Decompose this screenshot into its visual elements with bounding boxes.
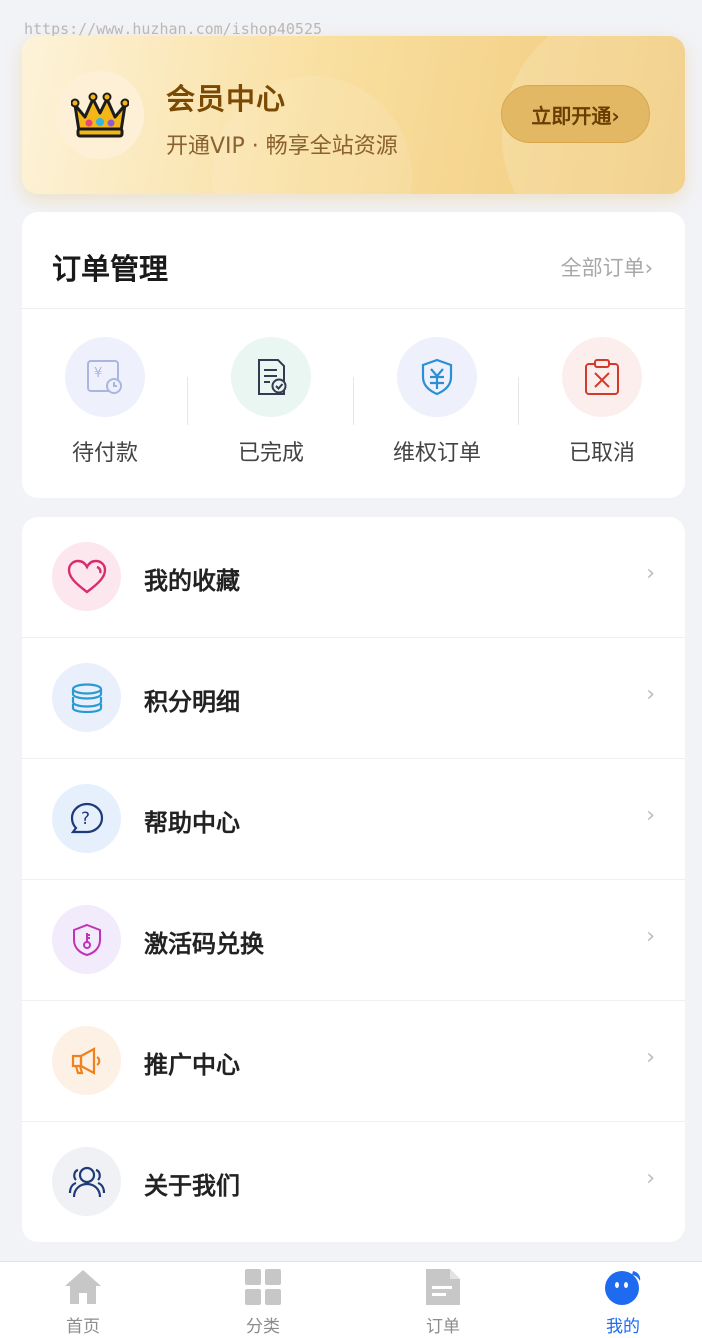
menu-item-about[interactable]: 关于我们 › <box>22 1122 685 1243</box>
grid-icon <box>175 1266 351 1308</box>
chevron-right-icon: › <box>646 1045 655 1070</box>
svg-text:?: ? <box>81 809 90 829</box>
vip-subtitle: 开通VIP · 畅享全站资源 <box>166 134 398 159</box>
crown-avatar <box>56 71 144 159</box>
tab-home[interactable]: 首页 <box>0 1266 171 1337</box>
completed-icon <box>231 337 311 417</box>
document-icon <box>355 1266 531 1308</box>
bottom-tab-bar: 首页 分类 订单 我的 <box>0 1261 702 1338</box>
home-icon <box>0 1266 171 1308</box>
menu-item-points[interactable]: 积分明细 › <box>22 638 685 759</box>
order-status-cancelled[interactable]: 已取消 <box>519 337 685 467</box>
profile-face-icon <box>535 1266 702 1308</box>
menu-list: 我的收藏 › 积分明细 › ? 帮助中心 › 激活码兑换 › 推广中心 › 关于… <box>22 517 685 1242</box>
key-shield-icon <box>52 905 121 974</box>
chevron-right-icon: › <box>646 561 655 586</box>
order-management-card: 订单管理 全部订单› ¥ 待付款 已完成 维权订单 已取消 <box>22 212 685 498</box>
tab-label: 订单 <box>426 1317 460 1337</box>
chevron-right-icon: › <box>646 924 655 949</box>
rights-order-icon <box>397 337 477 417</box>
menu-item-promotion[interactable]: 推广中心 › <box>22 1001 685 1122</box>
tab-label: 我的 <box>606 1317 640 1337</box>
vip-banner[interactable]: 会员中心 开通VIP · 畅享全站资源 立即开通› <box>22 36 685 194</box>
menu-item-help[interactable]: ? 帮助中心 › <box>22 759 685 880</box>
tab-label: 分类 <box>246 1317 280 1337</box>
vip-open-button[interactable]: 立即开通› <box>501 85 650 143</box>
help-icon: ? <box>52 784 121 853</box>
order-status-completed[interactable]: 已完成 <box>188 337 354 467</box>
menu-item-label: 我的收藏 <box>144 567 240 595</box>
menu-item-activation[interactable]: 激活码兑换 › <box>22 880 685 1001</box>
menu-item-label: 关于我们 <box>144 1172 240 1200</box>
megaphone-icon <box>52 1026 121 1095</box>
svg-text:¥: ¥ <box>94 366 102 381</box>
menu-item-label: 激活码兑换 <box>144 930 264 958</box>
coins-icon <box>52 663 121 732</box>
heart-icon <box>52 542 121 611</box>
pending-payment-icon: ¥ <box>65 337 145 417</box>
order-status-row: ¥ 待付款 已完成 维权订单 已取消 <box>22 309 685 497</box>
tab-profile[interactable]: 我的 <box>535 1266 702 1337</box>
chevron-right-icon: › <box>646 1166 655 1191</box>
order-status-label: 维权订单 <box>392 441 481 466</box>
tab-category[interactable]: 分类 <box>175 1266 351 1337</box>
chevron-right-icon: › <box>646 803 655 828</box>
order-status-label: 已完成 <box>237 441 304 466</box>
order-title: 订单管理 <box>52 252 169 286</box>
menu-item-label: 推广中心 <box>144 1051 240 1079</box>
all-orders-link[interactable]: 全部订单› <box>561 252 653 282</box>
order-status-pending[interactable]: ¥ 待付款 <box>22 337 188 467</box>
tab-label: 首页 <box>66 1317 100 1337</box>
crown-icon <box>71 92 129 138</box>
cancelled-icon <box>562 337 642 417</box>
order-header: 订单管理 全部订单› <box>22 212 685 309</box>
chevron-right-icon: › <box>646 682 655 707</box>
tab-orders[interactable]: 订单 <box>355 1266 531 1337</box>
vip-title: 会员中心 <box>166 82 287 116</box>
order-status-label: 待付款 <box>71 441 138 466</box>
menu-item-label: 积分明细 <box>144 688 240 716</box>
order-status-rights[interactable]: 维权订单 <box>354 337 520 467</box>
menu-item-favorites[interactable]: 我的收藏 › <box>22 517 685 638</box>
order-status-label: 已取消 <box>568 441 635 466</box>
menu-item-label: 帮助中心 <box>144 809 240 837</box>
users-icon <box>52 1147 121 1216</box>
